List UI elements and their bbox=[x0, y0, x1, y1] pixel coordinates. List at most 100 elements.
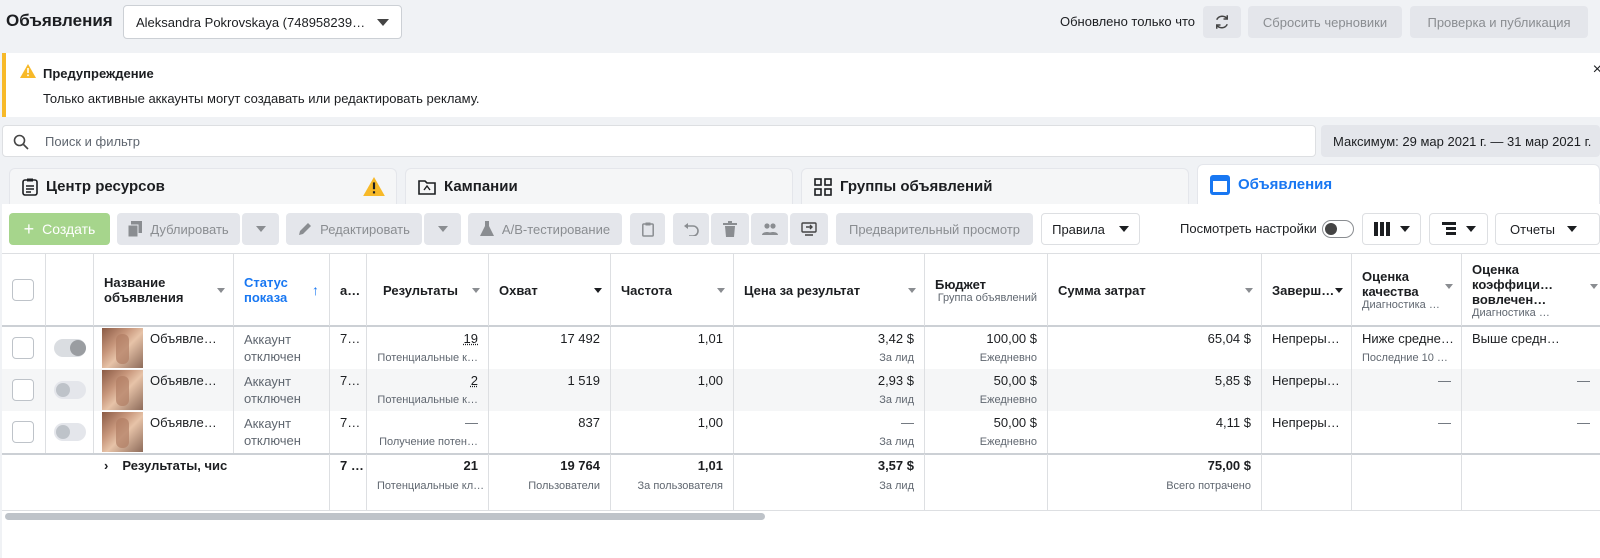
sort-icon bbox=[472, 288, 480, 293]
search-input[interactable]: Поиск и фильтр bbox=[2, 125, 1316, 157]
tab-label: Кампании bbox=[444, 178, 518, 195]
results-value[interactable]: — bbox=[377, 415, 478, 430]
create-button[interactable]: + Создать bbox=[9, 213, 110, 245]
refresh-button[interactable] bbox=[1203, 6, 1241, 38]
tab-resource-center[interactable]: Центр ресурсов bbox=[9, 168, 397, 204]
quality-value: — bbox=[1438, 373, 1451, 388]
pencil-icon bbox=[299, 223, 312, 235]
ad-icon bbox=[1210, 174, 1230, 195]
column-header-reach[interactable]: Охват bbox=[489, 254, 611, 326]
transfer-button[interactable] bbox=[790, 213, 828, 245]
column-header-engagement[interactable]: Оценка коэффици… вовлечен… Диагностика … bbox=[1462, 254, 1600, 326]
results-value[interactable]: 19 bbox=[377, 331, 478, 346]
row-quality-cell: Ниже средне… Последние 10 … bbox=[1352, 327, 1462, 369]
column-header-label: Цена за результат bbox=[744, 282, 861, 298]
ad-thumbnail[interactable] bbox=[102, 370, 143, 410]
results-sub: Потенциальные к… bbox=[377, 394, 478, 406]
row-engagement-cell: Выше средн… bbox=[1462, 327, 1600, 369]
ad-thumbnail[interactable] bbox=[102, 412, 143, 452]
totals-value: 19 764 bbox=[560, 458, 600, 473]
column-header-label: а… bbox=[340, 282, 361, 298]
row-quality-cell: — bbox=[1352, 369, 1462, 411]
column-header-quality[interactable]: Оценка качества Диагностика … bbox=[1352, 254, 1462, 326]
ad-thumbnail[interactable] bbox=[102, 328, 143, 368]
column-header-a[interactable]: а… bbox=[330, 254, 367, 326]
row-name-cell: Объявле… bbox=[94, 327, 234, 369]
column-header-ends[interactable]: Заверш… bbox=[1262, 254, 1352, 326]
discard-drafts-button[interactable]: Сбросить черновики bbox=[1248, 6, 1402, 38]
row-checkbox[interactable] bbox=[12, 379, 34, 401]
row-results-cell: 19 Потенциальные к… bbox=[367, 327, 489, 369]
breakdown-button[interactable] bbox=[1429, 213, 1488, 245]
row-checkbox[interactable] bbox=[12, 421, 34, 443]
close-icon[interactable]: × bbox=[1593, 61, 1600, 79]
account-name: Aleksandra Pokrovskaya (748958239… bbox=[136, 14, 366, 30]
duplicate-button[interactable]: Дублировать bbox=[117, 213, 240, 245]
column-header-status[interactable]: Статус показа ↑ bbox=[234, 254, 330, 326]
sort-icon bbox=[217, 288, 225, 293]
ad-toggle[interactable] bbox=[54, 381, 86, 399]
columns-button[interactable] bbox=[1362, 213, 1421, 245]
ad-name[interactable]: Объявле… bbox=[150, 373, 217, 388]
audience-button[interactable] bbox=[751, 213, 788, 245]
quality-value: — bbox=[1438, 415, 1451, 430]
chevron-down-icon bbox=[1566, 226, 1577, 232]
totals-spent: 75,00 $ Всего потрачено bbox=[1048, 454, 1262, 510]
cpr-sub: За лид bbox=[879, 436, 914, 448]
totals-cpr: 3,57 $ За лид bbox=[734, 454, 925, 510]
transfer-icon bbox=[801, 222, 817, 236]
reports-button[interactable]: Отчеты bbox=[1495, 213, 1600, 245]
totals-quality bbox=[1352, 454, 1462, 510]
chevron-right-icon: › bbox=[104, 458, 109, 473]
spent-value: 5,85 $ bbox=[1214, 373, 1251, 388]
column-header-results[interactable]: Результаты bbox=[367, 254, 489, 326]
budget-value: 50,00 $ bbox=[993, 373, 1037, 388]
date-range-picker[interactable]: Максимум: 29 мар 2021 г. — 31 мар 2021 г… bbox=[1321, 125, 1600, 157]
edit-dropdown[interactable] bbox=[424, 213, 461, 245]
ad-name[interactable]: Объявле… bbox=[150, 415, 217, 430]
tab-ad-sets[interactable]: Группы объявлений bbox=[801, 168, 1189, 204]
refresh-icon bbox=[1216, 15, 1228, 29]
ad-name[interactable]: Объявле… bbox=[150, 331, 217, 346]
row-status-cell: Аккаунт отключен bbox=[234, 411, 330, 453]
review-publish-button[interactable]: Проверка и публикация bbox=[1410, 6, 1588, 38]
sort-icon bbox=[1445, 284, 1453, 289]
tab-ads[interactable]: Объявления bbox=[1197, 164, 1600, 204]
undo-button[interactable] bbox=[673, 213, 709, 245]
tab-campaigns[interactable]: Кампании bbox=[405, 168, 793, 204]
column-header-cost-per-result[interactable]: Цена за результат bbox=[734, 254, 925, 326]
row-checkbox[interactable] bbox=[12, 337, 34, 359]
column-header-spent[interactable]: Сумма затрат bbox=[1048, 254, 1262, 326]
totals-sub: Пользователи bbox=[528, 480, 600, 492]
warning-title: Предупреждение bbox=[43, 66, 154, 81]
row-cpr-cell: — За лид bbox=[734, 411, 925, 453]
delete-button[interactable] bbox=[711, 213, 749, 245]
column-header-budget[interactable]: Бюджет Группа объявлений bbox=[925, 254, 1048, 326]
select-all-checkbox[interactable] bbox=[12, 279, 34, 301]
ad-toggle[interactable] bbox=[54, 423, 86, 441]
results-value[interactable]: 2 bbox=[377, 373, 478, 388]
duplicate-dropdown[interactable] bbox=[242, 213, 279, 245]
tab-label: Центр ресурсов bbox=[46, 178, 165, 195]
row-ends-cell: Непреры… bbox=[1262, 327, 1352, 369]
ab-test-button[interactable]: A/B-тестирование bbox=[468, 213, 622, 245]
column-header-label: Статус показа bbox=[244, 275, 288, 305]
horizontal-scrollbar[interactable] bbox=[5, 513, 765, 520]
row-name-cell: Объявле… bbox=[94, 369, 234, 411]
account-selector[interactable]: Aleksandra Pokrovskaya (748958239… bbox=[123, 5, 402, 39]
edit-label: Редактировать bbox=[320, 221, 410, 237]
column-header-frequency[interactable]: Частота bbox=[611, 254, 734, 326]
preview-button[interactable]: Предварительный просмотр bbox=[836, 213, 1033, 245]
clipboard-button[interactable] bbox=[630, 213, 665, 245]
column-header-name[interactable]: Название объявления bbox=[94, 254, 234, 326]
updated-status: Обновлено только что bbox=[1060, 14, 1196, 29]
view-settings-toggle[interactable] bbox=[1322, 220, 1354, 238]
toggle-header bbox=[46, 254, 94, 326]
ad-toggle[interactable] bbox=[54, 339, 86, 357]
chevron-down-icon bbox=[1465, 226, 1476, 232]
rules-button[interactable]: Правила bbox=[1041, 213, 1140, 245]
edit-button[interactable]: Редактировать bbox=[286, 213, 422, 245]
quality-sub: Последние 10 … bbox=[1362, 352, 1448, 364]
totals-label-cell[interactable]: › Результаты, чис bbox=[94, 454, 330, 510]
row-reach-cell: 837 bbox=[489, 411, 611, 453]
